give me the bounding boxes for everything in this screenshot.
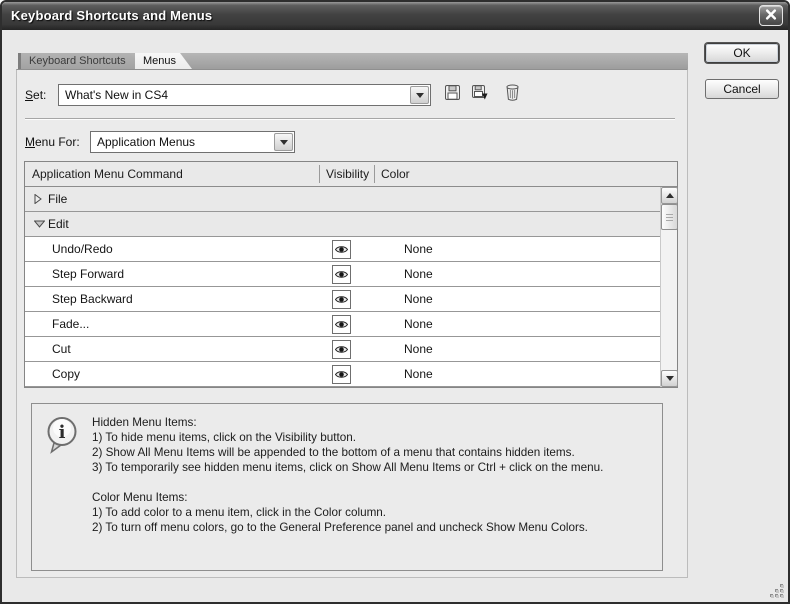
header-color: Color bbox=[381, 162, 410, 186]
command-label: Fade... bbox=[52, 317, 89, 331]
eye-icon bbox=[335, 368, 348, 382]
table-row: Fade... None bbox=[25, 312, 677, 337]
visibility-button[interactable] bbox=[332, 340, 351, 359]
save-set-as-button[interactable] bbox=[471, 86, 489, 104]
spacer bbox=[92, 475, 652, 490]
group-row-edit[interactable]: Edit bbox=[25, 212, 677, 237]
scrollbar-thumb[interactable] bbox=[661, 204, 678, 230]
table-body: File Edit Undo/Redo None Step For bbox=[25, 187, 677, 387]
set-dropdown-arrow-button[interactable] bbox=[410, 86, 429, 104]
command-label: Step Forward bbox=[52, 267, 124, 281]
save-set-icon bbox=[444, 84, 461, 106]
chevron-up-icon bbox=[666, 193, 674, 198]
visibility-button[interactable] bbox=[332, 365, 351, 384]
command-label: Step Backward bbox=[52, 292, 133, 306]
window-title: Keyboard Shortcuts and Menus bbox=[11, 2, 212, 30]
resize-grip[interactable] bbox=[770, 584, 784, 598]
expanded-triangle-icon bbox=[34, 220, 48, 228]
menu-for-dropdown[interactable]: Application Menus bbox=[90, 131, 295, 153]
save-set-button[interactable] bbox=[443, 86, 461, 104]
info-line: 2) To turn off menu colors, go to the Ge… bbox=[92, 520, 652, 535]
svg-text:i: i bbox=[59, 422, 66, 443]
cancel-button[interactable]: Cancel bbox=[705, 79, 779, 99]
header-separator bbox=[374, 165, 375, 183]
delete-set-button[interactable] bbox=[503, 86, 521, 104]
info-line: Color Menu Items: bbox=[92, 490, 652, 505]
separator bbox=[25, 118, 675, 120]
color-cell[interactable]: None bbox=[404, 362, 524, 386]
command-label: Copy bbox=[52, 367, 80, 381]
menu-command-table: Application Menu Command Visibility Colo… bbox=[24, 161, 678, 388]
header-visibility: Visibility bbox=[326, 162, 369, 186]
table-row: Cut None bbox=[25, 337, 677, 362]
info-icon: i bbox=[44, 416, 80, 461]
eye-icon bbox=[335, 318, 348, 332]
chevron-down-icon bbox=[416, 93, 424, 98]
menu-for-dropdown-value: Application Menus bbox=[97, 135, 195, 149]
visibility-button[interactable] bbox=[332, 265, 351, 284]
color-cell[interactable]: None bbox=[404, 312, 524, 336]
info-line: 3) To temporarily see hidden menu items,… bbox=[92, 460, 652, 475]
info-line: Hidden Menu Items: bbox=[92, 415, 652, 430]
color-cell[interactable]: None bbox=[404, 262, 524, 286]
eye-icon bbox=[335, 293, 348, 307]
info-line: 1) To add color to a menu item, click in… bbox=[92, 505, 652, 520]
set-dropdown-value: What's New in CS4 bbox=[65, 88, 168, 102]
scroll-down-button[interactable] bbox=[661, 370, 678, 387]
command-label: Undo/Redo bbox=[52, 242, 113, 256]
info-text: Hidden Menu Items: 1) To hide menu items… bbox=[92, 415, 652, 535]
eye-icon bbox=[335, 343, 348, 357]
color-cell[interactable]: None bbox=[404, 237, 524, 261]
save-set-as-icon bbox=[471, 84, 489, 106]
trash-icon bbox=[505, 84, 520, 106]
visibility-button[interactable] bbox=[332, 290, 351, 309]
info-line: 1) To hide menu items, click on the Visi… bbox=[92, 430, 652, 445]
chevron-down-icon bbox=[666, 376, 674, 381]
visibility-button[interactable] bbox=[332, 240, 351, 259]
set-dropdown[interactable]: What's New in CS4 bbox=[58, 84, 431, 106]
eye-icon bbox=[335, 268, 348, 282]
header-separator bbox=[319, 165, 320, 183]
header-application-menu-command: Application Menu Command bbox=[32, 162, 183, 186]
collapsed-triangle-icon bbox=[34, 194, 48, 204]
menus-tab-panel: Set: What's New in CS4 bbox=[16, 69, 688, 578]
color-cell[interactable]: None bbox=[404, 287, 524, 311]
close-icon bbox=[765, 7, 777, 25]
info-box: i Hidden Menu Items: 1) To hide menu ite… bbox=[31, 403, 663, 571]
group-label: Edit bbox=[48, 217, 69, 231]
table-row: Step Forward None bbox=[25, 262, 677, 287]
table-scrollbar[interactable] bbox=[660, 187, 677, 387]
menu-for-label: Menu For: bbox=[25, 135, 80, 149]
group-label: File bbox=[48, 192, 67, 206]
set-label: Set: bbox=[25, 88, 46, 102]
keyboard-shortcuts-and-menus-dialog: Keyboard Shortcuts and Menus OK Cancel K… bbox=[0, 0, 790, 604]
title-bar[interactable]: Keyboard Shortcuts and Menus bbox=[2, 2, 788, 30]
eye-icon bbox=[335, 243, 348, 257]
color-cell[interactable]: None bbox=[404, 337, 524, 361]
chevron-down-icon bbox=[280, 140, 288, 145]
table-header: Application Menu Command Visibility Colo… bbox=[25, 162, 677, 187]
table-row: Copy None bbox=[25, 362, 677, 387]
visibility-button[interactable] bbox=[332, 315, 351, 334]
table-row: Step Backward None bbox=[25, 287, 677, 312]
ok-button[interactable]: OK bbox=[705, 43, 779, 63]
tab-keyboard-shortcuts[interactable]: Keyboard Shortcuts bbox=[18, 53, 142, 69]
menu-for-dropdown-arrow-button[interactable] bbox=[274, 133, 293, 151]
group-row-file[interactable]: File bbox=[25, 187, 677, 212]
table-row: Undo/Redo None bbox=[25, 237, 677, 262]
command-label: Cut bbox=[52, 342, 71, 356]
scroll-up-button[interactable] bbox=[661, 187, 678, 204]
info-line: 2) Show All Menu Items will be appended … bbox=[92, 445, 652, 460]
close-button[interactable] bbox=[759, 5, 783, 26]
